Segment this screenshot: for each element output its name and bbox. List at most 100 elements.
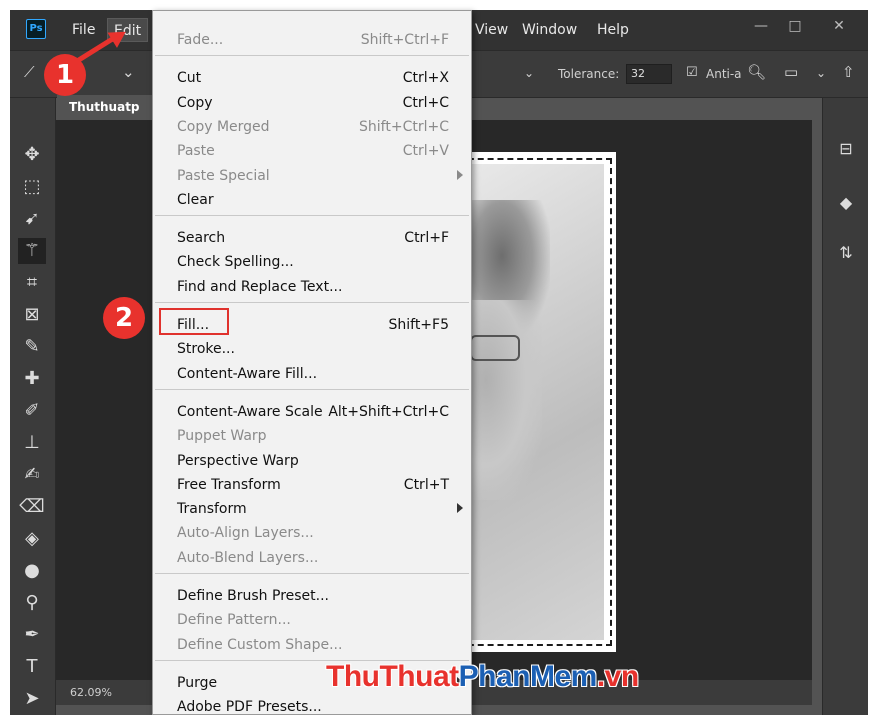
menu-item-label: Content-Aware Scale	[177, 403, 323, 420]
menu-item-shortcut: Shift+F5	[388, 317, 449, 333]
anti-alias-label: Anti-a	[706, 67, 742, 81]
menu-item-label: Auto-Align Layers...	[177, 525, 314, 542]
menu-item-shortcut: Ctrl+C	[402, 94, 449, 111]
healing-brush-tool-icon[interactable]: ✚	[18, 366, 46, 392]
menu-item-label: Transform	[177, 501, 247, 518]
menu-item-check-spelling[interactable]: Check Spelling...	[153, 250, 471, 274]
menu-item-label: Check Spelling...	[177, 254, 294, 271]
minimize-button[interactable]: —	[744, 13, 778, 39]
type-tool-icon[interactable]: T	[18, 654, 46, 680]
menu-item-fade[interactable]: Fade... Shift+Ctrl+F	[153, 28, 471, 52]
menu-separator	[155, 573, 469, 574]
menu-window[interactable]: Window	[516, 18, 583, 42]
menu-item-shortcut: Ctrl+X	[402, 70, 449, 87]
watermark-part2: PhanMem	[458, 660, 598, 693]
menu-view[interactable]: View	[469, 18, 514, 42]
menu-item-free-transform[interactable]: Free Transform Ctrl+T	[153, 473, 471, 497]
magic-wand-tool-icon[interactable]: ⚚	[18, 238, 46, 264]
menu-item-label: Define Brush Preset...	[177, 588, 330, 604]
clone-stamp-tool-icon[interactable]: ⊥	[18, 430, 46, 456]
watermark-part1: ThuThuat	[326, 660, 459, 693]
watermark-part3: .vn	[596, 660, 639, 693]
close-button[interactable]: ✕	[822, 13, 856, 39]
maximize-button[interactable]: □	[778, 13, 812, 39]
layers-icon[interactable]: ◆	[835, 192, 857, 214]
path-selection-tool-icon[interactable]: ➤	[18, 686, 46, 712]
menu-separator	[155, 302, 469, 303]
menu-item-label: Perspective Warp	[177, 452, 299, 469]
menu-item-content-aware-fill[interactable]: Content-Aware Fill...	[153, 362, 471, 386]
menu-item-shortcut: Alt+Shift+Ctrl+C	[328, 403, 449, 420]
crop-tool-icon[interactable]: ⌗	[18, 270, 46, 296]
menu-item-search[interactable]: Search Ctrl+F	[153, 226, 471, 250]
pen-tool-icon[interactable]: ✒	[18, 622, 46, 648]
tolerance-label: Tolerance:	[558, 67, 620, 81]
menu-item-label: Paste	[177, 143, 215, 160]
move-tool-icon[interactable]: ✥	[18, 142, 46, 168]
menu-item-content-aware-scale[interactable]: Content-Aware Scale Alt+Shift+Ctrl+C	[153, 400, 471, 424]
share-icon[interactable]: ⇧	[842, 63, 855, 81]
step-2-badge: 2	[103, 297, 145, 339]
menu-item-define-custom-shape[interactable]: Define Custom Shape...	[153, 633, 471, 657]
photoshop-logo: Ps	[26, 19, 46, 39]
brush-tool-icon[interactable]: ✐	[18, 398, 46, 424]
menu-item-auto-align-layers[interactable]: Auto-Align Layers...	[153, 521, 471, 545]
menu-item-define-pattern[interactable]: Define Pattern...	[153, 608, 471, 632]
menu-item-label: Content-Aware Fill...	[177, 365, 318, 382]
properties-icon[interactable]: ⊟	[835, 138, 857, 160]
menu-item-label: Purge	[177, 674, 218, 691]
menu-item-stroke[interactable]: Stroke...	[153, 337, 471, 361]
search-icon[interactable]: 🔍︎	[747, 63, 766, 81]
menu-item-find-and-replace-text[interactable]: Find and Replace Text...	[153, 275, 471, 299]
menu-item-label: Define Pattern...	[177, 612, 291, 629]
anti-alias-checkbox[interactable]: ☑	[686, 65, 698, 80]
menu-item-adobe-pdf-presets[interactable]: Adobe PDF Presets...	[153, 695, 471, 715]
paint-bucket-tool-icon[interactable]: ◈	[18, 526, 46, 552]
menu-item-copy[interactable]: Copy Ctrl+C	[153, 91, 471, 115]
document-tab[interactable]: Thuthuatp	[57, 95, 157, 120]
marquee-tool-icon[interactable]: ⬚	[18, 174, 46, 200]
menu-item-paste-special[interactable]: Paste Special	[153, 164, 471, 188]
menu-help[interactable]: Help	[591, 18, 635, 42]
watermark: ThuThuatPhanMem.vn	[326, 660, 639, 694]
dodge-tool-icon[interactable]: ⚲	[18, 590, 46, 616]
tolerance-input[interactable]: 32	[626, 64, 672, 84]
frame-tool-icon[interactable]: ⊠	[18, 302, 46, 328]
menu-item-label: Fade...	[177, 32, 224, 48]
history-brush-tool-icon[interactable]: ✍	[18, 462, 46, 488]
menu-item-shortcut: Ctrl+V	[402, 143, 449, 160]
menu-item-label: Copy	[177, 94, 213, 111]
menu-item-copy-merged[interactable]: Copy Merged Shift+Ctrl+C	[153, 115, 471, 139]
workspace-icon[interactable]: ▭	[784, 63, 798, 81]
menu-item-puppet-warp[interactable]: Puppet Warp	[153, 424, 471, 448]
menu-item-label: Adobe PDF Presets...	[177, 699, 322, 715]
menu-item-shortcut: Ctrl+T	[403, 476, 449, 493]
menu-item-label: Clear	[177, 191, 214, 208]
blur-tool-icon[interactable]: ●	[18, 558, 46, 584]
menu-item-label: Free Transform	[177, 476, 281, 493]
menu-item-transform[interactable]: Transform	[153, 497, 471, 521]
menu-item-perspective-warp[interactable]: Perspective Warp	[153, 449, 471, 473]
eyedropper-tool-icon[interactable]: ✎	[18, 334, 46, 360]
right-panel-strip: ⊟ ◆ ⇅	[822, 98, 868, 715]
history-icon[interactable]: ⇅	[835, 242, 857, 264]
workspace-dropdown-icon[interactable]: ⌄	[816, 66, 826, 80]
lasso-tool-icon[interactable]: ➹	[18, 206, 46, 232]
menu-item-label: Find and Replace Text...	[177, 278, 343, 295]
menu-item-label: Paste Special	[177, 167, 270, 184]
menu-item-fill[interactable]: Fill... Shift+F5	[153, 313, 471, 337]
edit-menu-dropdown: Fade... Shift+Ctrl+F Cut Ctrl+X Copy Ctrl+C Co…	[152, 10, 472, 715]
menu-item-label: Puppet Warp	[177, 428, 267, 445]
menu-file[interactable]: File	[66, 18, 101, 42]
menu-separator	[155, 215, 469, 217]
menu-item-cut[interactable]: Cut Ctrl+X	[153, 66, 471, 90]
selection-marquee	[458, 158, 612, 646]
brush-preset-icon[interactable]: ⌄	[122, 63, 135, 81]
eraser-tool-icon[interactable]: ⌫	[18, 494, 46, 520]
menu-item-clear[interactable]: Clear	[153, 188, 471, 212]
magic-wand-preset-icon[interactable]: ⟋	[24, 63, 35, 81]
menu-item-define-brush-preset[interactable]: Define Brush Preset...	[153, 584, 471, 608]
menu-item-auto-blend-layers[interactable]: Auto-Blend Layers...	[153, 546, 471, 570]
menu-item-paste[interactable]: Paste Ctrl+V	[153, 139, 471, 163]
sample-size-dropdown-icon[interactable]: ⌄	[524, 66, 534, 80]
